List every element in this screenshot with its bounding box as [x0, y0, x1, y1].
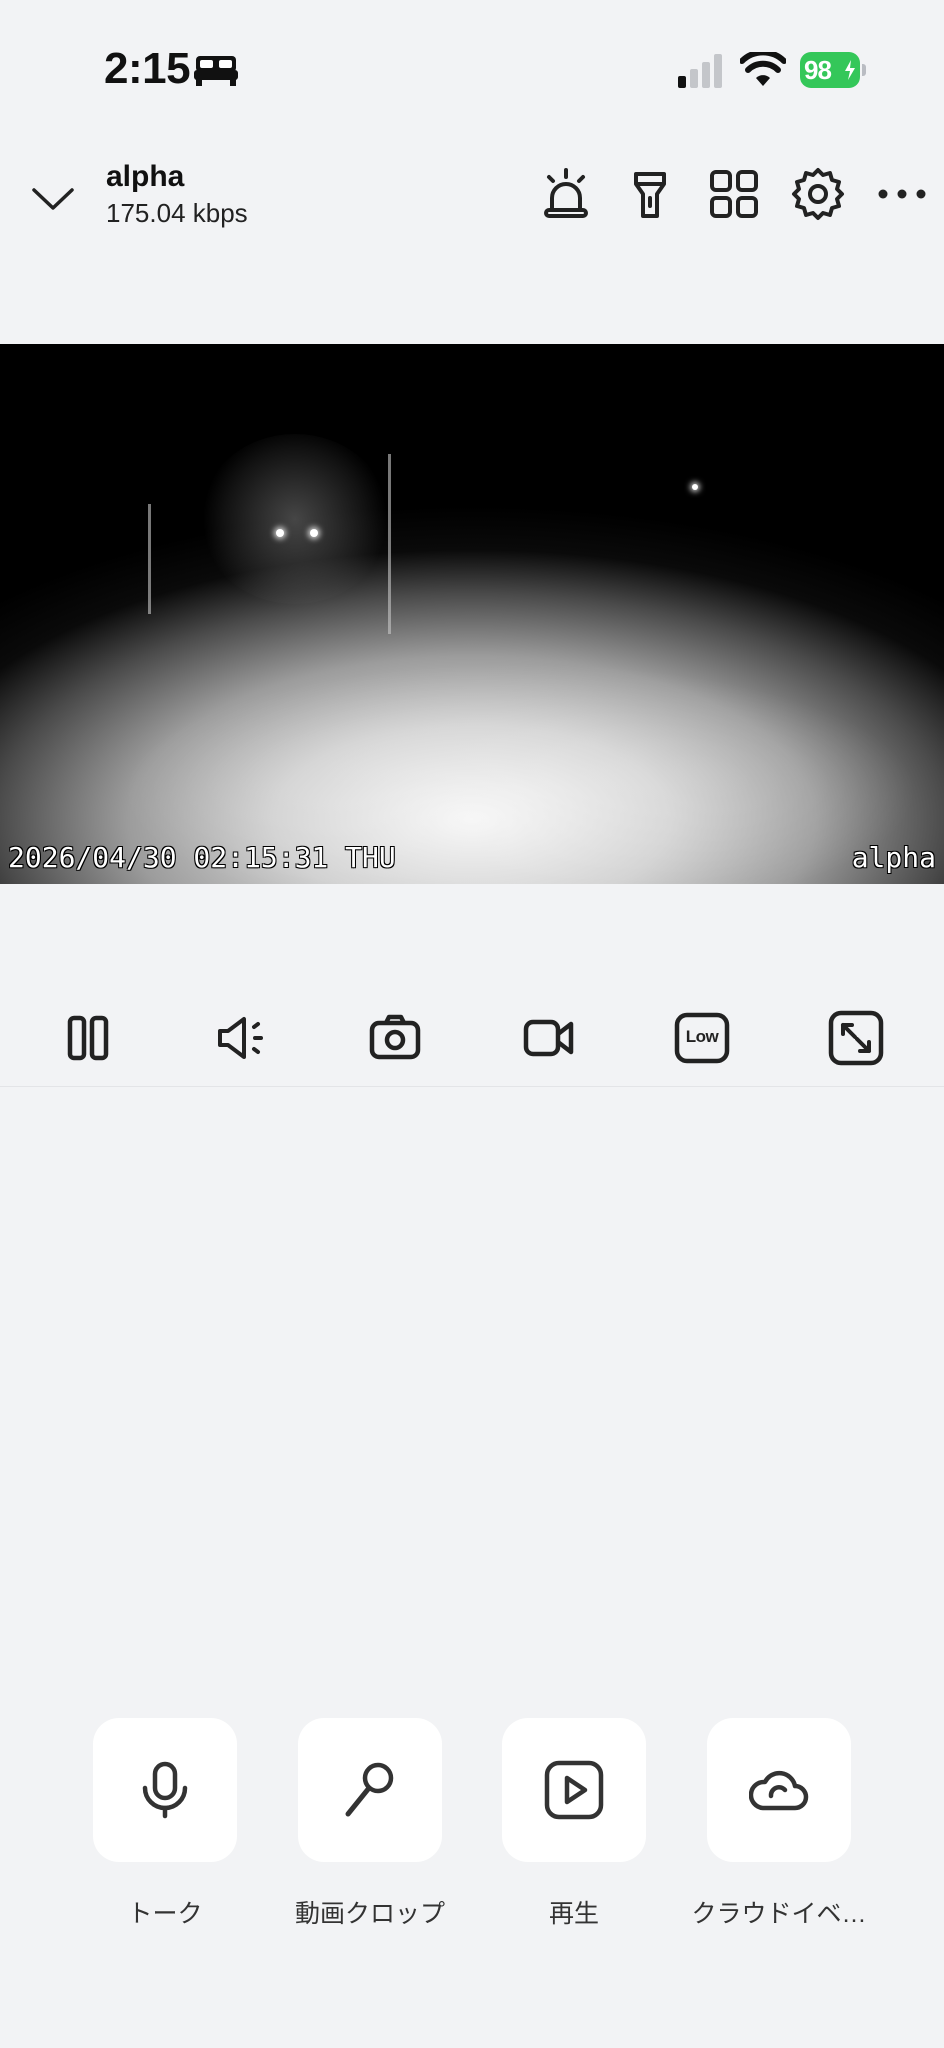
playback-tile[interactable] — [502, 1718, 646, 1862]
status-time: 2:15 — [104, 44, 191, 93]
play-icon — [544, 1760, 604, 1820]
camera-icon[interactable] — [367, 1010, 423, 1066]
video-timestamp: 2026/04/30 02:15:31 THU — [8, 841, 396, 874]
status-bar: 2:15 98 — [0, 0, 944, 140]
speaker-icon[interactable] — [214, 1010, 270, 1066]
signal-icon — [678, 54, 722, 88]
siren-icon[interactable] — [538, 166, 594, 222]
playback-label: 再生 — [548, 1900, 600, 1928]
video-crop-label: 動画クロップ — [294, 1900, 446, 1928]
video-record-icon[interactable] — [521, 1010, 577, 1066]
video-camera-label: alpha — [851, 841, 936, 874]
bed-icon — [194, 56, 238, 86]
cloud-events-label: クラウドイベ… — [691, 1900, 867, 1928]
gear-icon[interactable] — [790, 166, 846, 222]
tree-silhouette — [200, 434, 390, 604]
device-name: alpha — [106, 160, 185, 193]
wifi-icon — [740, 52, 786, 86]
cloud-icon — [749, 1770, 809, 1811]
battery-icon: 98 — [800, 52, 866, 88]
video-crop-tile[interactable] — [298, 1718, 442, 1862]
header: alpha 175.04 kbps — [0, 140, 944, 260]
chevron-down-icon[interactable] — [28, 176, 78, 220]
magnifier-icon — [345, 1762, 394, 1817]
quality-low-icon[interactable]: Low — [674, 1010, 730, 1066]
bitrate: 175.04 kbps — [106, 198, 248, 228]
flashlight-icon[interactable] — [622, 166, 678, 222]
talk-tile[interactable] — [93, 1718, 237, 1862]
quality-label: Low — [685, 1027, 719, 1046]
fullscreen-icon[interactable] — [828, 1010, 884, 1066]
talk-label: トーク — [127, 1900, 203, 1928]
pause-icon[interactable] — [60, 1010, 116, 1066]
cloud-events-tile[interactable] — [707, 1718, 851, 1862]
control-bar: Low — [0, 990, 944, 1080]
talk-button[interactable]: トーク — [93, 1718, 237, 1928]
cloud-events-button[interactable]: クラウドイベ… — [691, 1718, 867, 1928]
battery-percent: 98 — [804, 55, 832, 85]
camera-video-feed[interactable]: 2026/04/30 02:15:31 THU alpha — [0, 344, 944, 884]
playback-button[interactable]: 再生 — [502, 1718, 646, 1928]
microphone-icon — [142, 1761, 188, 1819]
more-icon[interactable] — [874, 166, 930, 222]
divider — [0, 1086, 944, 1087]
grid-icon[interactable] — [706, 166, 762, 222]
video-crop-button[interactable]: 動画クロップ — [295, 1718, 445, 1928]
